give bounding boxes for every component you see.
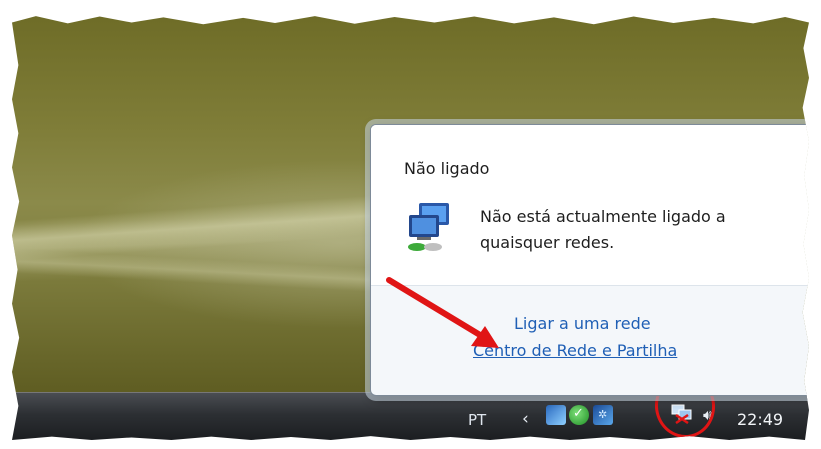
annotation-arrow	[386, 277, 499, 348]
security-check-icon[interactable]	[569, 405, 589, 425]
show-hidden-icons-icon[interactable]: ‹	[522, 409, 529, 429]
popup-message: Não está actualmente ligado a quaisquer …	[480, 207, 726, 252]
network-disconnected-icon	[408, 203, 449, 251]
language-indicator[interactable]: PT	[468, 411, 486, 429]
network-status-icon[interactable]	[546, 405, 566, 425]
clock[interactable]: 22:49	[737, 410, 783, 429]
bluetooth-icon[interactable]	[593, 405, 613, 425]
screenshot-frame: PT ‹ 🔊︎ 22:49 Não ligado Não está actual…	[12, 16, 809, 440]
popup-title: Não ligado	[404, 159, 490, 178]
connect-to-network-link[interactable]: Ligar a uma rede	[514, 314, 651, 333]
